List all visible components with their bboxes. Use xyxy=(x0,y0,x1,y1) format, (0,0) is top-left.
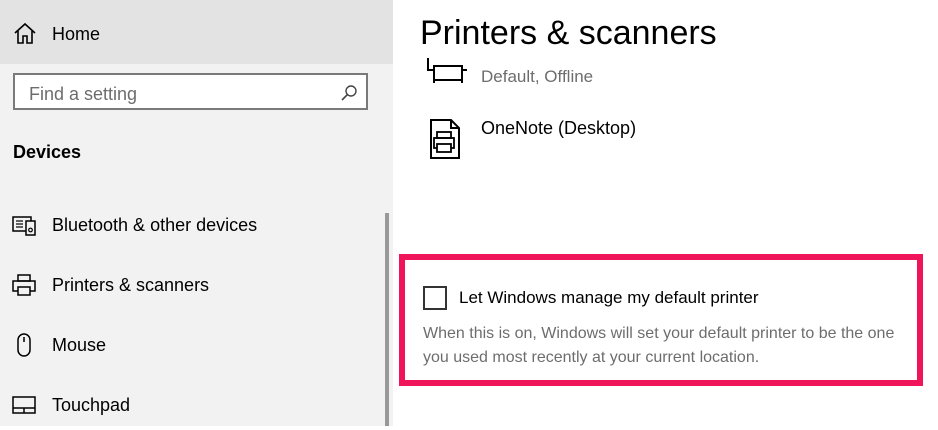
sidebar-scrollbar[interactable] xyxy=(385,213,389,426)
sidebar-item-mouse[interactable]: Mouse xyxy=(0,320,380,370)
printer-status: Default, Offline xyxy=(481,67,594,86)
search-placeholder: Find a setting xyxy=(29,84,138,104)
sidebar-item-label: Home xyxy=(52,24,101,44)
manage-default-printer-label[interactable]: Let Windows manage my default printer xyxy=(459,288,759,308)
sidebar-item-touchpad[interactable]: Touchpad xyxy=(0,380,380,430)
sidebar-item-label: Touchpad xyxy=(52,395,131,415)
page-title: Printers & scanners xyxy=(420,14,717,52)
mouse-icon xyxy=(11,332,37,358)
section-title: Devices xyxy=(13,142,82,162)
manage-default-printer-description: When this is on, Windows will set your d… xyxy=(423,325,895,366)
printer-icon xyxy=(425,58,467,104)
sidebar-item-bluetooth[interactable]: Bluetooth & other devices xyxy=(0,200,380,250)
document-printer-icon xyxy=(425,116,467,162)
printer-name: OneNote (Desktop) xyxy=(481,118,637,138)
sidebar-item-label: Mouse xyxy=(52,335,107,355)
sidebar: Home Find a setting Devices Bluetooth & … xyxy=(0,0,393,426)
sidebar-item-home[interactable]: Home xyxy=(0,0,393,64)
printer-icon xyxy=(11,272,37,298)
sidebar-item-printers[interactable]: Printers & scanners xyxy=(0,260,380,310)
home-icon xyxy=(12,22,38,46)
search-icon[interactable] xyxy=(340,84,358,102)
search-input[interactable]: Find a setting xyxy=(13,73,368,110)
bluetooth-devices-icon xyxy=(11,212,37,238)
sidebar-item-label: Printers & scanners xyxy=(52,275,210,295)
manage-default-printer-checkbox[interactable] xyxy=(423,286,447,310)
sidebar-item-label: Bluetooth & other devices xyxy=(52,215,258,235)
touchpad-icon xyxy=(11,392,37,418)
